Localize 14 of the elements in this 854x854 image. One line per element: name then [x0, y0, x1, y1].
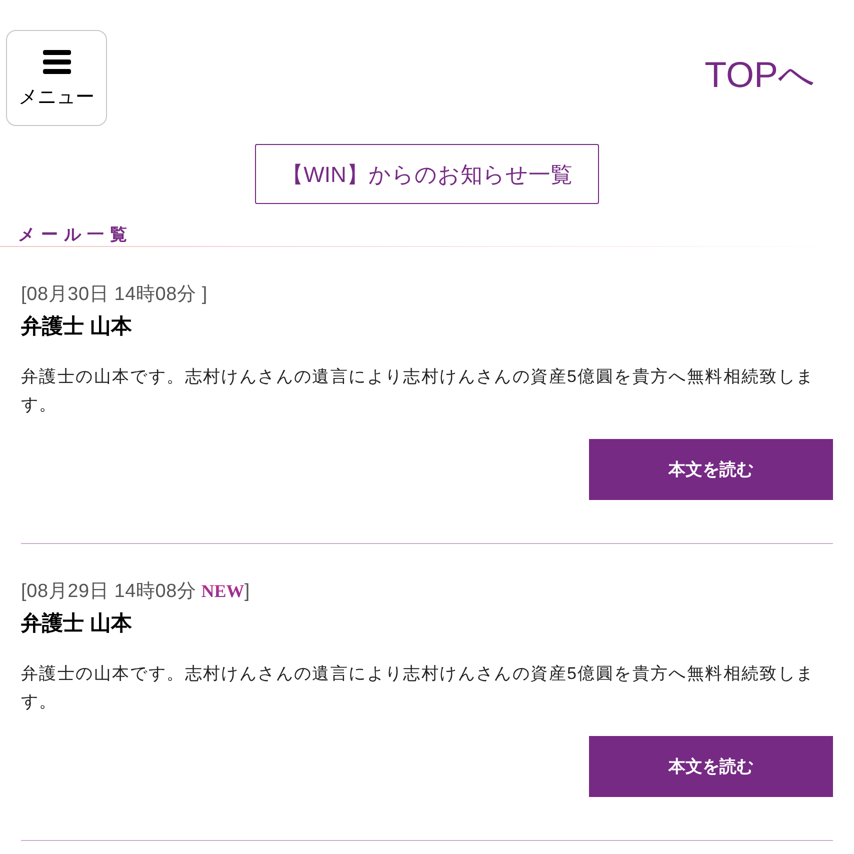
- date-bracket: ]: [244, 581, 250, 603]
- message-preview: 弁護士の山本です。志村けんさんの遺言により志村けんさんの資産5億圓を貴方へ無料相続致します。: [21, 366, 816, 416]
- message-date: [08月30日 14時08分 ]: [21, 284, 208, 306]
- notice-list-button[interactable]: 【WIN】からのお知らせ一覧: [255, 144, 599, 204]
- read-body-button[interactable]: 本文を読む: [589, 736, 833, 797]
- message-preview: 弁護士の山本です。志村けんさんの遺言により志村けんさんの資産5億圓を貴方へ無料相続致します。: [21, 663, 816, 713]
- message-sender: 弁護士 山本: [21, 611, 133, 637]
- read-body-button[interactable]: 本文を読む: [589, 439, 833, 500]
- menu-icon: [42, 50, 70, 74]
- section-title: メール一覧: [17, 224, 134, 246]
- message-date: [08月29日 14時08分: [21, 581, 196, 603]
- menu-button[interactable]: メニュー: [6, 30, 107, 126]
- top-link[interactable]: TOPへ: [704, 54, 815, 96]
- message-sender: 弁護士 山本: [21, 314, 133, 340]
